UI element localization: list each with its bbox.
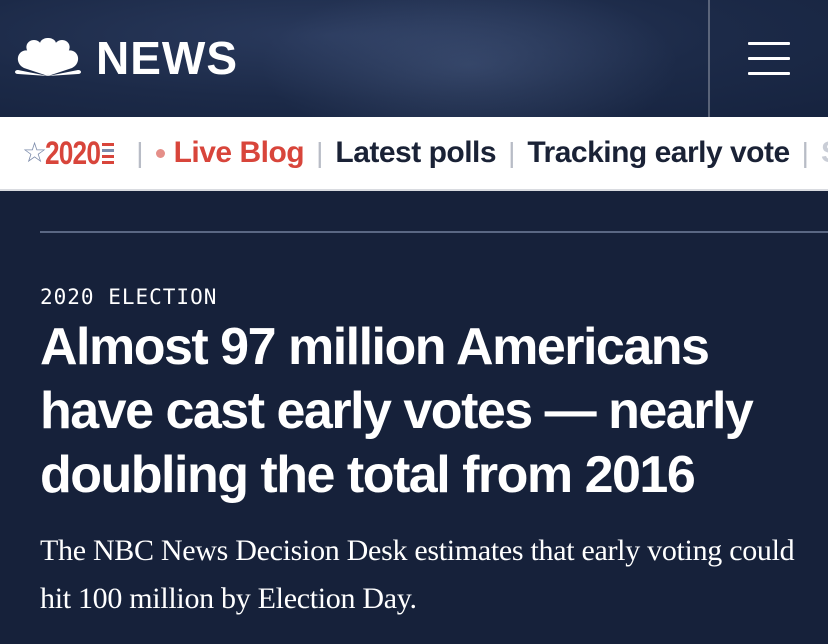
site-header: NEWS bbox=[0, 0, 828, 117]
nbc-peacock-icon bbox=[15, 38, 81, 76]
section-rule bbox=[40, 231, 828, 233]
nav-overflow-item[interactable]: St bbox=[821, 136, 828, 170]
badge-year: 2020 bbox=[45, 134, 101, 171]
nav-separator: | bbox=[136, 137, 144, 168]
star-icon: ☆ bbox=[22, 137, 48, 168]
article-dek: The NBC News Decision Desk estimates tha… bbox=[40, 534, 795, 615]
flag-stripes-icon bbox=[102, 142, 115, 164]
nav-separator: | bbox=[801, 137, 809, 168]
nav-separator: | bbox=[316, 137, 324, 168]
nav-tracking-early-vote[interactable]: Tracking early vote bbox=[527, 136, 790, 170]
header-divider bbox=[708, 0, 710, 117]
nbc-news-logo[interactable]: NEWS bbox=[14, 34, 238, 82]
hamburger-menu-icon[interactable] bbox=[748, 42, 790, 76]
logo-wordmark: NEWS bbox=[96, 32, 238, 84]
live-dot-icon bbox=[155, 148, 165, 158]
header-background-flag bbox=[260, 0, 680, 117]
election-subnav: ☆ 2020 | Live Blog | Latest polls | Trac… bbox=[0, 117, 828, 191]
election-2020-badge[interactable]: ☆ 2020 bbox=[22, 134, 115, 172]
nav-live-blog-label: Live Blog bbox=[173, 136, 305, 169]
nav-live-blog[interactable]: Live Blog bbox=[155, 136, 305, 170]
article-eyebrow[interactable]: 2020 ELECTION bbox=[40, 285, 217, 309]
nav-separator: | bbox=[508, 137, 516, 168]
nav-latest-polls[interactable]: Latest polls bbox=[335, 136, 496, 170]
article-headline[interactable]: Almost 97 million Americans have cast ea… bbox=[40, 315, 800, 507]
